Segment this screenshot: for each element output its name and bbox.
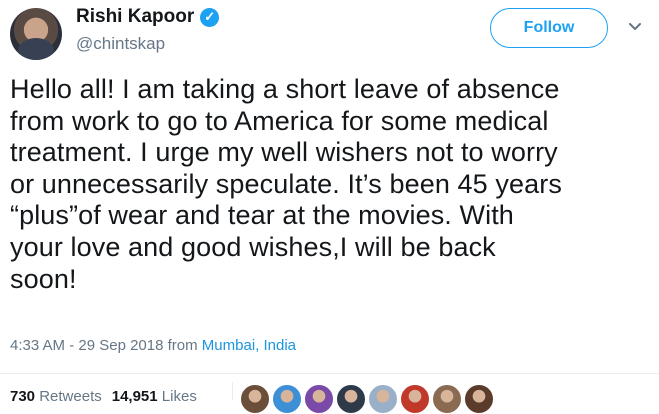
likes-count: 14,951	[111, 388, 158, 405]
author-name-row[interactable]: Rishi Kapoor ✓	[76, 6, 220, 28]
retweets-stat[interactable]: 730 Retweets	[10, 388, 102, 405]
follow-button[interactable]: Follow	[490, 8, 608, 48]
retweets-label: Retweets	[39, 388, 102, 405]
liker-avatar[interactable]	[240, 384, 270, 414]
chevron-down-icon[interactable]	[628, 20, 642, 34]
liker-avatar[interactable]	[272, 384, 302, 414]
liker-avatar[interactable]	[432, 384, 462, 414]
tweet-stats: 730 Retweets 14,951 Likes	[10, 388, 197, 405]
likes-label: Likes	[161, 388, 197, 405]
likes-stat[interactable]: 14,951 Likes	[112, 388, 197, 405]
liker-avatars	[240, 384, 494, 414]
tweet-text: Hello all! I am taking a short leave of …	[10, 74, 562, 294]
from-label: from	[167, 337, 198, 354]
tweet-timestamp[interactable]: 4:33 AM - 29 Sep 2018	[10, 337, 163, 354]
verified-badge-icon: ✓	[200, 7, 220, 27]
liker-avatar[interactable]	[336, 384, 366, 414]
tweet-metadata: 4:33 AM - 29 Sep 2018 from Mumbai, India	[10, 337, 296, 354]
stats-divider	[0, 373, 659, 374]
liker-avatar[interactable]	[464, 384, 494, 414]
stats-separator	[232, 382, 233, 400]
liker-avatar[interactable]	[400, 384, 430, 414]
retweets-count: 730	[10, 388, 36, 405]
liker-avatar[interactable]	[368, 384, 398, 414]
author-handle[interactable]: @chintskap	[76, 34, 165, 54]
author-name[interactable]: Rishi Kapoor	[76, 6, 194, 28]
tweet-location-link[interactable]: Mumbai, India	[202, 337, 296, 354]
avatar[interactable]	[10, 8, 62, 60]
liker-avatar[interactable]	[304, 384, 334, 414]
